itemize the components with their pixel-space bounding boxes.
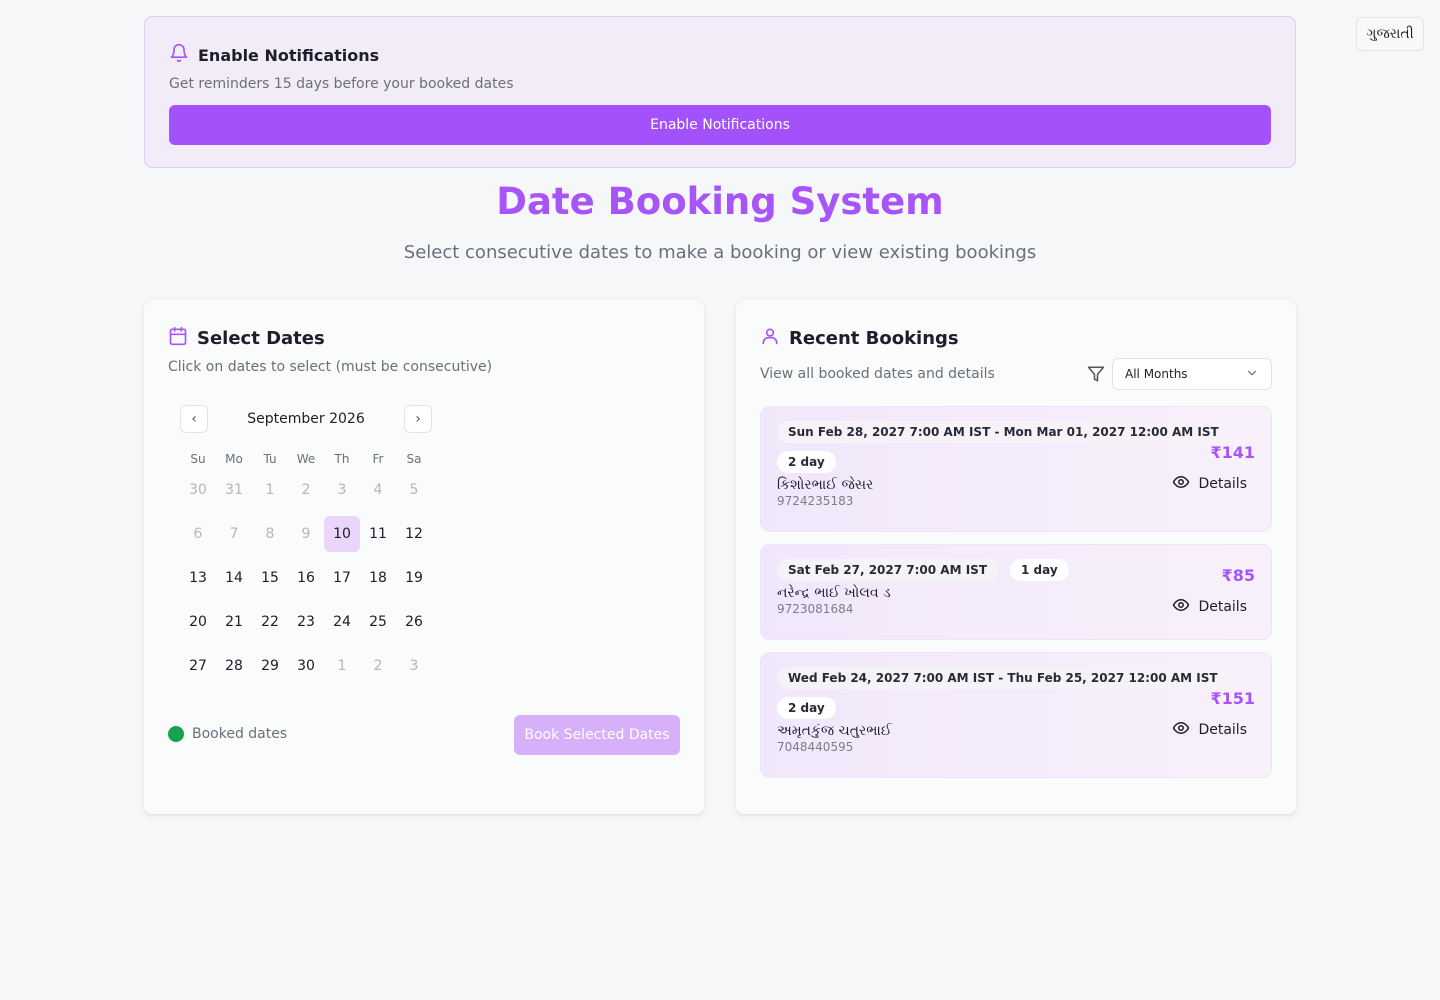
calendar-day[interactable]: 31 — [216, 472, 252, 508]
calendar-day[interactable]: 2 — [360, 648, 396, 684]
calendar-day[interactable]: 9 — [288, 516, 324, 552]
next-month-button[interactable]: › — [404, 405, 432, 433]
weekday-header: Sa — [406, 452, 422, 466]
chevron-left-icon: ‹ — [191, 411, 197, 427]
calendar-day[interactable]: 11 — [360, 516, 396, 552]
calendar-day[interactable]: 25 — [360, 604, 396, 640]
bell-icon — [169, 43, 189, 67]
booking-details-button[interactable]: Details — [1172, 596, 1247, 618]
calendar-day[interactable]: 12 — [396, 516, 432, 552]
details-label: Details — [1198, 476, 1247, 492]
prev-month-button[interactable]: ‹ — [180, 405, 208, 433]
calendar-day[interactable]: 5 — [396, 472, 432, 508]
language-toggle-button[interactable]: ગુજરાતી — [1356, 17, 1424, 51]
booking-duration: 1 day — [1010, 559, 1069, 581]
booking-card[interactable]: Sun Feb 28, 2027 7:00 AM IST - Mon Mar 0… — [760, 406, 1272, 532]
book-selected-dates-button[interactable]: Book Selected Dates — [514, 715, 680, 755]
calendar-day[interactable]: 27 — [180, 648, 216, 684]
filter-icon — [1087, 365, 1105, 383]
enable-notifications-button[interactable]: Enable Notifications — [169, 105, 1271, 145]
user-icon — [760, 326, 780, 350]
weekday-header: Fr — [372, 452, 384, 466]
weekday-header: Su — [190, 452, 206, 466]
eye-icon — [1172, 596, 1190, 618]
weekday-header: We — [296, 452, 316, 466]
notification-banner: Enable Notifications Get reminders 15 da… — [144, 16, 1296, 168]
calendar-day[interactable]: 30 — [288, 648, 324, 684]
calendar-day[interactable]: 15 — [252, 560, 288, 596]
calendar-day[interactable]: 7 — [216, 516, 252, 552]
calendar-day[interactable]: 3 — [324, 472, 360, 508]
calendar: ‹ September 2026 › Su Mo Tu We Th Fr Sa 30 31 1 2 3… — [180, 404, 432, 692]
calendar-day[interactable]: 14 — [216, 560, 252, 596]
chevron-right-icon: › — [415, 411, 421, 427]
calendar-day[interactable]: 8 — [252, 516, 288, 552]
details-label: Details — [1198, 722, 1247, 738]
calendar-day[interactable]: 18 — [360, 560, 396, 596]
calendar-month-label: September 2026 — [247, 411, 365, 427]
eye-icon — [1172, 473, 1190, 495]
notification-subtitle: Get reminders 15 days before your booked… — [169, 76, 514, 92]
calendar-day-selected[interactable]: 10 — [324, 516, 360, 552]
weekday-header: Th — [334, 452, 350, 466]
booking-price: ₹151 — [1210, 689, 1255, 708]
calendar-day[interactable]: 3 — [396, 648, 432, 684]
calendar-day[interactable]: 16 — [288, 560, 324, 596]
chevron-down-icon — [1245, 366, 1259, 383]
calendar-day[interactable]: 6 — [180, 516, 216, 552]
legend: Booked dates — [168, 726, 287, 742]
calendar-day[interactable]: 19 — [396, 560, 432, 596]
calendar-icon — [168, 326, 188, 350]
calendar-day[interactable]: 1 — [252, 472, 288, 508]
recent-bookings-card: Recent Bookings View all booked dates an… — [736, 300, 1296, 814]
legend-label: Booked dates — [192, 726, 288, 742]
booking-price: ₹141 — [1210, 443, 1255, 462]
calendar-day[interactable]: 29 — [252, 648, 288, 684]
calendar-day[interactable]: 30 — [180, 472, 216, 508]
booking-price: ₹85 — [1221, 566, 1255, 585]
select-dates-title: Select Dates — [197, 327, 325, 349]
booking-phone: 7048440595 — [777, 740, 854, 754]
bookings-list: Sun Feb 28, 2027 7:00 AM IST - Mon Mar 0… — [760, 406, 1272, 790]
booking-dates: Sun Feb 28, 2027 7:00 AM IST - Mon Mar 0… — [777, 421, 1230, 443]
booking-dates: Sat Feb 27, 2027 7:00 AM IST — [777, 559, 999, 581]
weekday-header: Mo — [225, 452, 243, 466]
calendar-day[interactable]: 4 — [360, 472, 396, 508]
booking-card[interactable]: Wed Feb 24, 2027 7:00 AM IST - Thu Feb 2… — [760, 652, 1272, 778]
booking-duration: 2 day — [777, 697, 836, 719]
calendar-day[interactable]: 20 — [180, 604, 216, 640]
booking-phone: 9724235183 — [777, 494, 854, 508]
booking-duration: 2 day — [777, 451, 836, 473]
filter-row: View all booked dates and details All Mo… — [760, 358, 1272, 390]
weekday-header: Tu — [263, 452, 277, 466]
eye-icon — [1172, 719, 1190, 741]
recent-bookings-title: Recent Bookings — [789, 327, 959, 349]
calendar-day[interactable]: 28 — [216, 648, 252, 684]
booking-details-button[interactable]: Details — [1172, 473, 1247, 495]
calendar-day[interactable]: 23 — [288, 604, 324, 640]
details-label: Details — [1198, 599, 1247, 615]
month-filter-value: All Months — [1125, 367, 1188, 381]
booking-details-button[interactable]: Details — [1172, 719, 1247, 741]
calendar-day[interactable]: 21 — [216, 604, 252, 640]
calendar-day[interactable]: 1 — [324, 648, 360, 684]
select-dates-card: Select Dates Click on dates to select (m… — [144, 300, 704, 814]
month-filter-select[interactable]: All Months — [1112, 358, 1272, 390]
recent-bookings-subtitle: View all booked dates and details — [760, 366, 995, 382]
select-dates-subtitle: Click on dates to select (must be consec… — [168, 359, 493, 375]
booked-dot-icon — [168, 726, 184, 742]
notification-title: Enable Notifications — [198, 45, 380, 65]
calendar-day[interactable]: 17 — [324, 560, 360, 596]
calendar-grid: Su Mo Tu We Th Fr Sa 30 31 1 2 3 4 5 6 7 8 9 10 11 12 13 14 15 1… — [180, 446, 432, 692]
booking-card[interactable]: Sat Feb 27, 2027 7:00 AM IST 1 day નરેન્… — [760, 544, 1272, 640]
calendar-day[interactable]: 26 — [396, 604, 432, 640]
page-title: Date Booking System — [496, 180, 944, 223]
calendar-day[interactable]: 22 — [252, 604, 288, 640]
calendar-day[interactable]: 2 — [288, 472, 324, 508]
calendar-day[interactable]: 13 — [180, 560, 216, 596]
calendar-day[interactable]: 24 — [324, 604, 360, 640]
booking-dates: Wed Feb 24, 2027 7:00 AM IST - Thu Feb 2… — [777, 667, 1229, 689]
page-subtitle: Select consecutive dates to make a booki… — [403, 242, 1037, 263]
